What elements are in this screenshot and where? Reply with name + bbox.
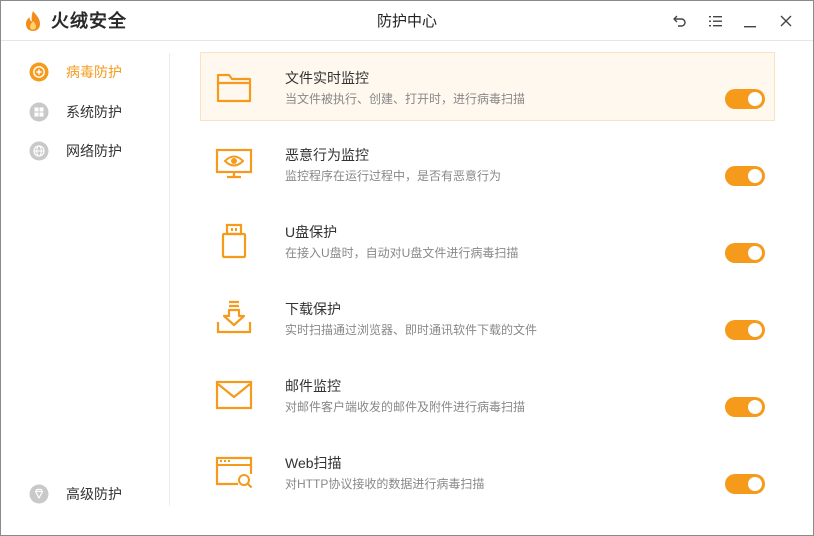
feature-description: 实时扫描通过浏览器、即时通讯软件下载的文件 (285, 323, 538, 337)
web-scan-toggle[interactable] (725, 474, 765, 494)
sidebar-item-virus-protection[interactable]: 病毒防护 (29, 60, 159, 84)
sidebar-item-label: 网络防护 (66, 143, 122, 159)
feature-description: 对邮件客户端收发的邮件及附件进行病毒扫描 (285, 400, 526, 414)
sidebar-item-advanced-protection[interactable]: 高级防护 (29, 482, 159, 506)
mail-monitor-toggle[interactable] (725, 397, 765, 417)
diamond-icon (29, 484, 49, 504)
sidebar-item-label: 病毒防护 (66, 64, 122, 80)
feature-description: 当文件被执行、创建、打开时，进行病毒扫描 (285, 92, 526, 106)
usb-protection-toggle[interactable] (725, 243, 765, 263)
feature-row-behavior-monitor[interactable]: 恶意行为监控 监控程序在运行过程中，是否有恶意行为 (200, 129, 775, 198)
feature-description: 监控程序在运行过程中，是否有恶意行为 (285, 169, 502, 183)
feature-title: Web扫描 (285, 455, 342, 471)
behavior-monitor-toggle[interactable] (725, 166, 765, 186)
feature-row-usb-protection[interactable]: U盘保护 在接入U盘时，自动对U盘文件进行病毒扫描 (200, 206, 775, 275)
windows-icon (29, 102, 49, 122)
toggle-knob (748, 323, 762, 337)
file-monitor-toggle[interactable] (725, 89, 765, 109)
globe-icon (29, 141, 49, 161)
sidebar: 病毒防护 系统防护 网络防护 高级防护 (1, 42, 169, 507)
back-icon (673, 15, 686, 27)
feature-description: 对HTTP协议接收的数据进行病毒扫描 (285, 477, 485, 491)
feature-title: 下载保护 (285, 301, 341, 317)
toggle-knob (748, 92, 762, 106)
feature-title: 恶意行为监控 (285, 147, 369, 163)
minimize-button[interactable] (740, 11, 760, 31)
feature-row-mail-monitor[interactable]: 邮件监控 对邮件客户端收发的邮件及附件进行病毒扫描 (200, 360, 775, 429)
minimize-icon (744, 26, 756, 28)
feature-row-file-monitor[interactable]: 文件实时监控 当文件被执行、创建、打开时，进行病毒扫描 (200, 52, 775, 121)
sidebar-item-label: 高级防护 (66, 486, 122, 502)
feature-row-download-protection[interactable]: 下载保护 实时扫描通过浏览器、即时通讯软件下载的文件 (200, 283, 775, 352)
close-icon (780, 15, 792, 27)
toggle-knob (748, 477, 762, 491)
feature-title: 文件实时监控 (285, 70, 369, 86)
virus-shield-icon (29, 62, 49, 82)
title-bar: 火绒安全 防护中心 (1, 1, 813, 41)
sidebar-item-system-protection[interactable]: 系统防护 (29, 100, 159, 124)
folder-icon (215, 69, 253, 105)
monitor-eye-icon (215, 146, 253, 182)
download-tray-icon (215, 300, 253, 336)
app-window: 火绒安全 防护中心 病毒防护 系统防护 网络防护 高级防护 文件实时监控 当文件… (0, 0, 814, 536)
sidebar-item-network-protection[interactable]: 网络防护 (29, 139, 159, 163)
envelope-icon (215, 377, 253, 413)
toggle-knob (748, 246, 762, 260)
web-scan-icon (215, 454, 253, 490)
feature-title: 邮件监控 (285, 378, 341, 394)
window-title: 防护中心 (376, 13, 437, 30)
menu-icon (709, 16, 722, 27)
back-button[interactable] (670, 11, 690, 31)
download-protection-toggle[interactable] (725, 320, 765, 340)
sidebar-item-label: 系统防护 (66, 104, 122, 120)
close-button[interactable] (776, 11, 796, 31)
usb-drive-icon (215, 223, 253, 259)
feature-title: U盘保护 (285, 224, 338, 240)
toggle-knob (748, 400, 762, 414)
menu-button[interactable] (705, 11, 725, 31)
sidebar-divider (169, 53, 170, 506)
feature-row-web-scan[interactable]: Web扫描 对HTTP协议接收的数据进行病毒扫描 (200, 437, 775, 506)
toggle-knob (748, 169, 762, 183)
feature-description: 在接入U盘时，自动对U盘文件进行病毒扫描 (285, 246, 519, 260)
